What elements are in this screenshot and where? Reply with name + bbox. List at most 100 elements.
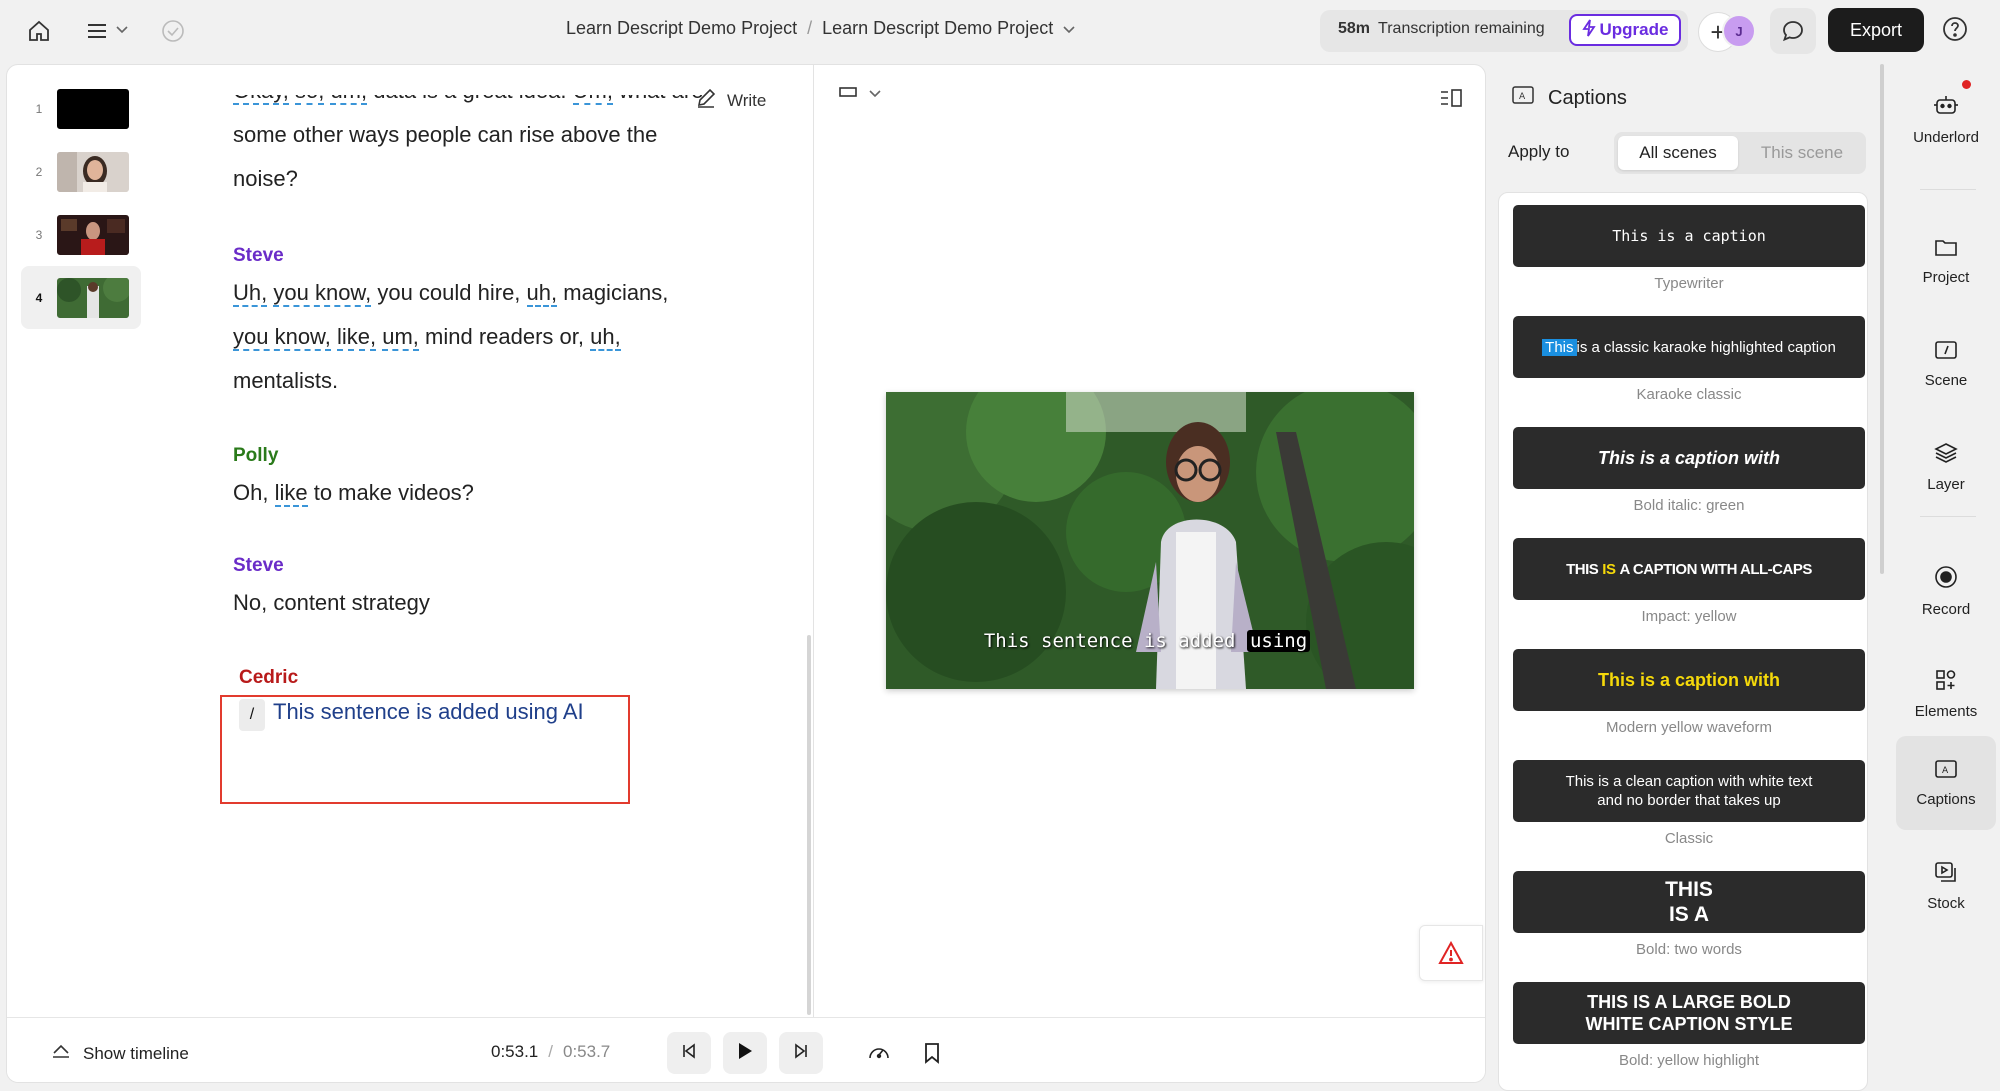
- preset-preview: THIS IS A LARGE BOLD WHITE CAPTION STYLE: [1513, 982, 1865, 1044]
- current-time: 0:53.1: [491, 1042, 539, 1061]
- preset-name: Karaoke classic: [1636, 386, 1742, 403]
- rail-label: Captions: [1916, 790, 1976, 808]
- menu-icon[interactable]: [82, 16, 112, 46]
- play-button[interactable]: [723, 1032, 767, 1074]
- transcript-paragraph: Okay, so, um, data is a great idea. Um, …: [233, 95, 773, 201]
- speaker-label[interactable]: Cedric: [239, 667, 779, 689]
- caption-preset-bold-two-words[interactable]: THIS IS A Bold: two words: [1513, 871, 1865, 958]
- transcript-line[interactable]: Oh, like to make videos?: [233, 471, 773, 515]
- upgrade-button[interactable]: Upgrade: [1569, 14, 1681, 46]
- chevron-down-icon[interactable]: [1063, 18, 1075, 39]
- transcript-line[interactable]: Okay, so, um, data is a great idea. Um, …: [233, 95, 773, 113]
- transcription-amount: 58m: [1338, 20, 1371, 37]
- skip-back-button[interactable]: [667, 1032, 711, 1074]
- preset-preview: This is a caption with: [1513, 427, 1865, 489]
- avatar[interactable]: J: [1722, 14, 1756, 48]
- transcript-line[interactable]: mentalists.: [233, 359, 773, 403]
- preset-name: Classic: [1664, 830, 1714, 847]
- canvas-size-dropdown[interactable]: [839, 85, 881, 103]
- panel-divider[interactable]: [813, 65, 814, 1020]
- scene-item-2[interactable]: 2: [21, 140, 141, 203]
- rail-label: Stock: [1927, 894, 1965, 912]
- preset-preview: THIS IS A CAPTION WITH ALL-CAPS: [1513, 538, 1865, 600]
- svg-text:A: A: [1519, 92, 1526, 102]
- svg-text:A: A: [1942, 766, 1949, 776]
- apply-this-scene-option[interactable]: This scene: [1744, 136, 1860, 170]
- comment-icon[interactable]: [1770, 8, 1816, 54]
- record-icon: [1934, 565, 1958, 593]
- time-separator: /: [548, 1042, 553, 1061]
- transcription-label: Transcription remaining: [1378, 20, 1545, 37]
- transcript-line[interactable]: noise?: [233, 157, 773, 201]
- breadcrumb-project[interactable]: Learn Descript Demo Project: [566, 18, 797, 39]
- scene-thumbnail: [57, 151, 129, 192]
- preset-name: Bold: two words: [1636, 941, 1742, 958]
- folder-icon: [1934, 237, 1958, 261]
- bookmark-icon[interactable]: [923, 1042, 941, 1069]
- rail-item-elements[interactable]: Elements: [1896, 647, 1996, 741]
- sidebar-toggle-icon[interactable]: [1439, 87, 1463, 114]
- home-icon[interactable]: [24, 16, 54, 46]
- scene-item-1[interactable]: 1: [21, 77, 141, 140]
- scene-thumbnail: [57, 277, 129, 318]
- captions-scrollbar[interactable]: [1880, 64, 1884, 574]
- rail-item-captions[interactable]: A Captions: [1896, 736, 1996, 830]
- caption-preset-bold-italic-green[interactable]: This is a caption with Bold italic: gree…: [1513, 427, 1865, 514]
- warning-icon[interactable]: [1419, 925, 1483, 981]
- preset-preview: This is a caption: [1513, 205, 1865, 267]
- rail-item-record[interactable]: Record: [1896, 544, 1996, 638]
- scene-number: 2: [35, 164, 43, 179]
- timeline-icon: [51, 1042, 71, 1065]
- speaker-label[interactable]: Steve: [233, 245, 773, 267]
- caption-preset-classic[interactable]: This is a clean caption with white text …: [1513, 760, 1865, 847]
- caption-preset-typewriter[interactable]: This is a caption Typewriter: [1513, 205, 1865, 292]
- check-circle-icon: [158, 16, 188, 46]
- preset-name: Impact: yellow: [1641, 608, 1737, 625]
- preset-name: Bold: yellow highlight: [1618, 1052, 1760, 1069]
- transcript-line[interactable]: Uh, you know, you could hire, uh, magici…: [233, 271, 773, 315]
- speaker-label[interactable]: Steve: [233, 555, 773, 577]
- caption-preset-list: This is a caption Typewriter This is a c…: [1498, 192, 1868, 1091]
- skip-forward-button[interactable]: [779, 1032, 823, 1074]
- speaker-label[interactable]: Polly: [233, 445, 773, 467]
- transcript-line[interactable]: No, content strategy: [233, 581, 773, 625]
- rail-item-stock[interactable]: Stock: [1896, 839, 1996, 933]
- captions-title: Captions: [1548, 86, 1627, 109]
- caption-preset-bold-yellow-highlight[interactable]: THIS IS A LARGE BOLD WHITE CAPTION STYLE…: [1513, 982, 1865, 1069]
- transcript-paragraph: Polly Oh, like to make videos?: [233, 445, 773, 515]
- transcript-line[interactable]: some other ways people can rise above th…: [233, 113, 773, 157]
- transcript-line[interactable]: you know, like, um, mind readers or, uh,: [233, 315, 773, 359]
- transcript-paragraph: Steve Uh, you know, you could hire, uh, …: [233, 245, 773, 403]
- apply-to-segmented-control: All scenes This scene: [1614, 132, 1866, 174]
- scene-list: 1 2 3 4: [21, 77, 141, 329]
- caption-preset-modern-yellow-waveform[interactable]: This is a caption with Modern yellow wav…: [1513, 649, 1865, 736]
- scene-number: 3: [35, 227, 43, 242]
- breadcrumb-composition[interactable]: Learn Descript Demo Project: [822, 18, 1053, 39]
- transcript-scrollbar[interactable]: [807, 635, 811, 1015]
- chevron-down-icon[interactable]: [112, 20, 132, 40]
- rail-label: Elements: [1914, 702, 1978, 720]
- play-icon: [736, 1041, 754, 1066]
- rail-label: Underlord: [1913, 128, 1979, 146]
- video-caption-overlay: This sentence is added using: [982, 630, 1312, 652]
- video-preview[interactable]: This sentence is added using: [886, 392, 1414, 689]
- rail-item-layer[interactable]: Layer: [1896, 420, 1996, 514]
- show-timeline-button[interactable]: Show timeline: [51, 1042, 189, 1065]
- caption-preset-karaoke-classic[interactable]: This is a classic karaoke highlighted ca…: [1513, 316, 1865, 403]
- editor-panel: 1 2 3 4 Write Okay,: [6, 64, 1486, 1083]
- right-rail: Underlord Project Scene Layer Record Ele…: [1890, 64, 2000, 1091]
- export-button[interactable]: Export: [1828, 8, 1924, 52]
- scene-item-3[interactable]: 3: [21, 203, 141, 266]
- layers-icon: [1934, 442, 1958, 468]
- rail-item-scene[interactable]: Scene: [1896, 317, 1996, 411]
- scene-number: 4: [35, 290, 43, 305]
- elements-icon: [1935, 669, 1957, 695]
- rail-item-project[interactable]: Project: [1896, 214, 1996, 308]
- help-icon[interactable]: [1942, 16, 1972, 46]
- preset-preview: THIS IS A: [1513, 871, 1865, 933]
- caption-preset-impact-yellow[interactable]: THIS IS A CAPTION WITH ALL-CAPS Impact: …: [1513, 538, 1865, 625]
- apply-all-scenes-option[interactable]: All scenes: [1618, 136, 1738, 170]
- playback-speed-icon[interactable]: [867, 1042, 891, 1069]
- rail-item-underlord[interactable]: Underlord: [1896, 72, 1996, 166]
- scene-item-4[interactable]: 4: [21, 266, 141, 329]
